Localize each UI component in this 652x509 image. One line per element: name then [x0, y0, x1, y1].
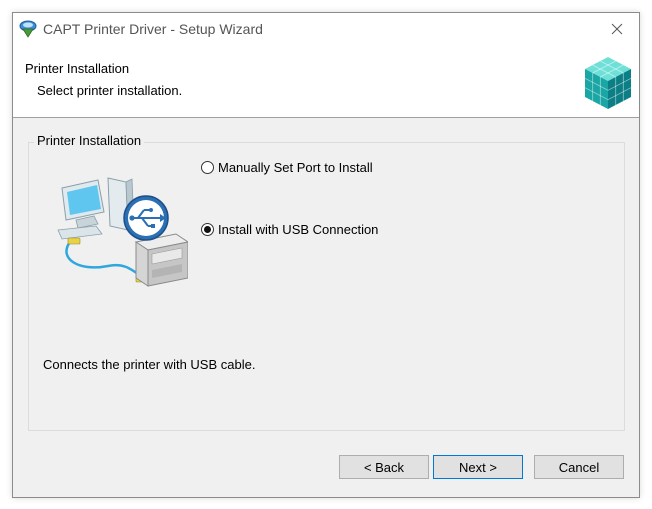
setup-wizard-window: CAPT Printer Driver - Setup Wizard Print… — [12, 12, 640, 498]
radio-manual-port[interactable]: Manually Set Port to Install — [201, 160, 373, 175]
page-title: Printer Installation — [25, 61, 130, 76]
radio-button[interactable] — [201, 161, 214, 174]
title-bar: CAPT Printer Driver - Setup Wizard — [13, 13, 639, 45]
radio-button[interactable] — [201, 223, 214, 236]
cancel-button[interactable]: Cancel — [534, 455, 624, 479]
radio-label: Manually Set Port to Install — [218, 160, 373, 175]
cube-logo-icon — [581, 53, 635, 113]
back-button[interactable]: < Back — [339, 455, 429, 479]
option-description: Connects the printer with USB cable. — [43, 357, 256, 372]
page-subtitle: Select printer installation. — [37, 83, 183, 98]
group-legend: Printer Installation — [34, 133, 145, 148]
radio-label: Install with USB Connection — [218, 222, 379, 237]
setup-wizard-icon — [18, 19, 38, 39]
usb-printer-illustration — [48, 168, 190, 288]
next-button[interactable]: Next > — [433, 455, 523, 479]
close-icon — [611, 23, 623, 35]
close-button[interactable] — [603, 17, 631, 41]
wizard-header: Printer Installation Select printer inst… — [13, 45, 639, 118]
radio-usb-connection[interactable]: Install with USB Connection — [201, 222, 378, 237]
window-title: CAPT Printer Driver - Setup Wizard — [43, 21, 263, 37]
